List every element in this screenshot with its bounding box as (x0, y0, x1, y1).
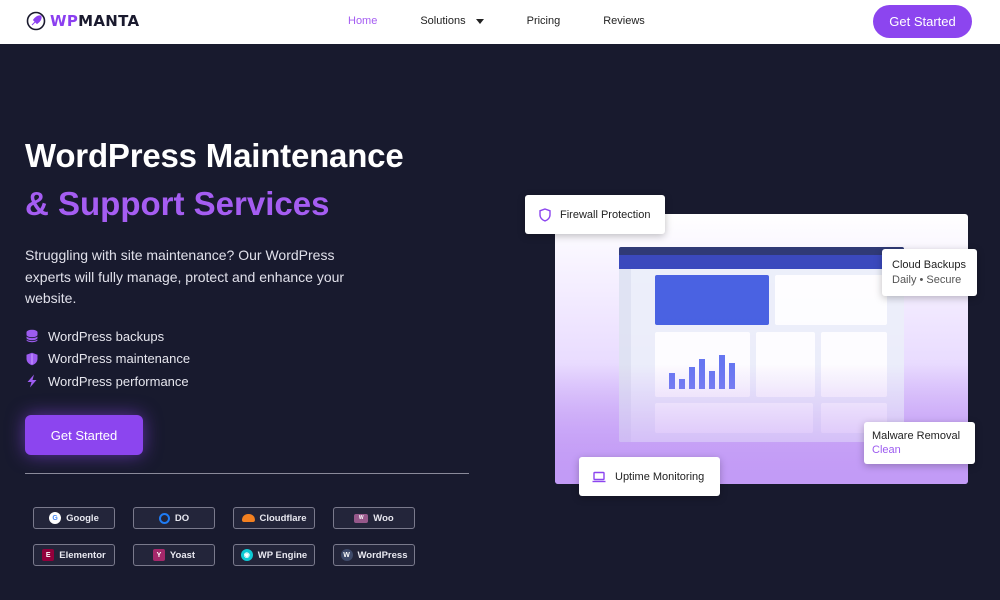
uptime-monitoring-card: Uptime Monitoring (579, 457, 720, 496)
shield-icon (539, 207, 551, 222)
shield-icon (26, 352, 38, 366)
malware-removal-card: Malware Removal Clean (864, 422, 975, 464)
feature-item: WordPress performance (25, 370, 190, 393)
partner-badge-elementor: E Elementor (33, 544, 115, 566)
partner-badge-woo: W Woo (333, 507, 415, 529)
nav-item-home[interactable]: Home (348, 15, 377, 27)
hero-title-line1: WordPress Maintenance (25, 137, 404, 174)
nav-item-solutions[interactable]: Solutions (420, 15, 484, 27)
top-nav: WPMANTA Home Solutions Pricing Reviews G… (0, 0, 1000, 44)
rocket-icon (26, 11, 46, 31)
cloudflare-icon (241, 514, 255, 522)
woo-icon: W (354, 513, 369, 523)
nav-get-started-button[interactable]: Get Started (873, 5, 972, 38)
logo[interactable]: WPMANTA (26, 11, 139, 31)
nav-item-reviews[interactable]: Reviews (603, 15, 645, 27)
wpengine-icon: ◉ (240, 549, 253, 561)
yoast-icon: Y (152, 549, 165, 561)
partner-badge-wordpress: W WordPress (333, 544, 415, 566)
partner-badges: G Google DO Cloudflare W Woo E Elementor… (33, 507, 415, 566)
partner-badge-google: G Google (33, 507, 115, 529)
hero-get-started-button[interactable]: Get Started (25, 415, 143, 455)
partner-badge-wpengine: ◉ WP Engine (233, 544, 315, 566)
wordpress-icon: W (340, 549, 353, 561)
lightning-icon (27, 374, 37, 388)
partner-badge-do: DO (133, 507, 215, 529)
divider (25, 473, 469, 474)
feature-list: WordPress backups WordPress maintenance … (25, 325, 190, 393)
laptop-icon (592, 471, 606, 482)
chevron-down-icon (475, 18, 484, 24)
feature-item: WordPress maintenance (25, 348, 190, 371)
partner-badge-cloudflare: Cloudflare (233, 507, 315, 529)
firewall-protection-card: Firewall Protection (525, 195, 665, 234)
nav-links: Home Solutions Pricing Reviews (348, 15, 688, 27)
google-icon: G (49, 512, 62, 524)
database-icon (26, 330, 38, 343)
partner-badge-yoast: Y Yoast (133, 544, 215, 566)
feature-item: WordPress backups (25, 325, 190, 348)
elementor-icon: E (42, 549, 55, 561)
cloud-backups-card: Cloud Backups Daily • Secure (882, 249, 977, 296)
hero-title-line2: & Support Services (25, 185, 330, 222)
hero-description: Struggling with site maintenance? Our Wo… (25, 247, 345, 306)
digitalocean-icon (158, 512, 170, 524)
logo-text: WPMANTA (50, 12, 140, 30)
nav-item-pricing[interactable]: Pricing (527, 15, 561, 27)
